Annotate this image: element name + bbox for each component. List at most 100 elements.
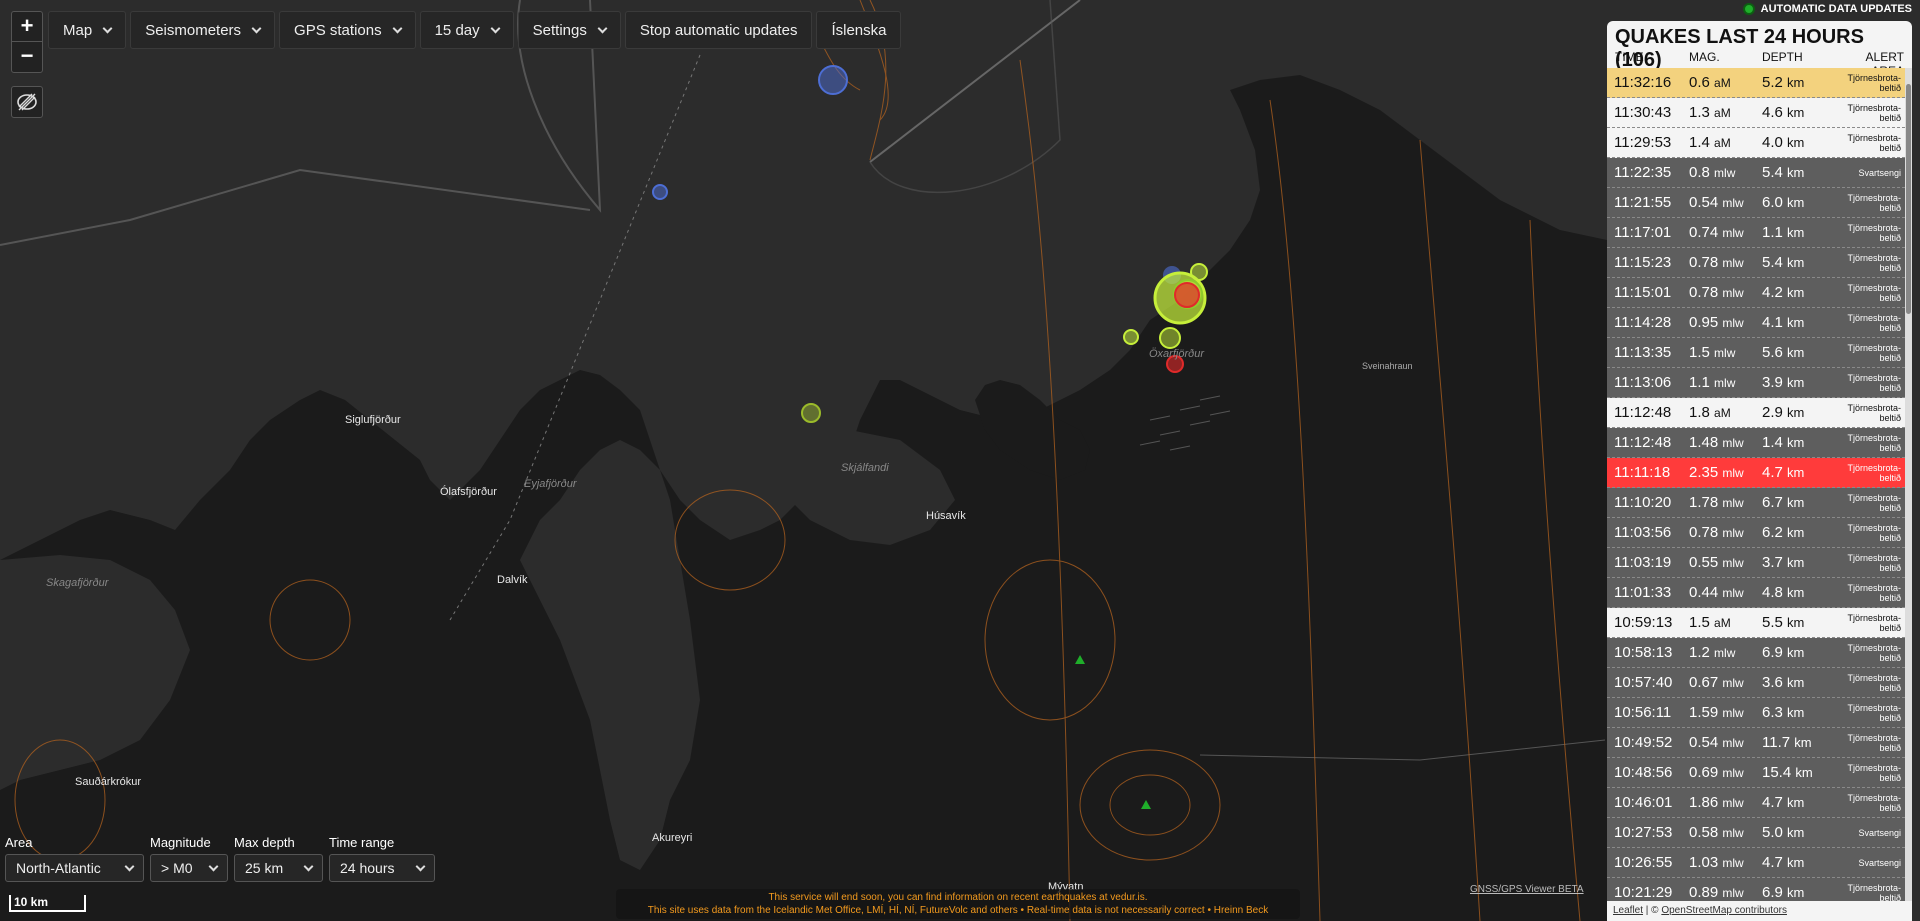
quake-row[interactable]: 11:15:01 0.78 mlw 4.2 km Tjörnesbrota-belti… [1607, 278, 1905, 308]
scrollbar[interactable] [1905, 68, 1912, 901]
button-label: Íslenska [831, 21, 887, 39]
quake-row[interactable]: 10:56:11 1.59 mlw 6.3 km Tjörnesbrota-belti… [1607, 698, 1905, 728]
place-label: Dalvík [497, 574, 528, 586]
column-headers: TIME MAG. DEPTH ALERT AREA [1607, 50, 1912, 78]
quake-row[interactable]: 11:14:28 0.95 mlw 4.1 km Tjörnesbrota-belti… [1607, 308, 1905, 338]
magnitude-value: 0.8 [1689, 164, 1710, 181]
place-label: Sveinahraun [1362, 361, 1413, 371]
depth-value: 6.9 [1762, 884, 1783, 901]
quake-time: 11:15:23 [1614, 254, 1672, 271]
leaflet-link[interactable]: Leaflet [1613, 905, 1643, 916]
quake-row[interactable]: 11:13:06 1.1 mlw 3.9 km Tjörnesbrota-beltið [1607, 368, 1905, 398]
quake-row[interactable]: 10:21:29 0.89 mlw 6.9 km Tjörnesbrota-belti… [1607, 878, 1905, 901]
quake-depth: 5.0 km [1762, 824, 1834, 841]
quake-alert-area: Tjörnesbrota-beltið [1847, 132, 1901, 153]
quake-time: 11:22:35 [1614, 164, 1672, 181]
quake-row[interactable]: 10:26:55 1.03 mlw 4.7 km Svartsengi [1607, 848, 1905, 878]
quake-row[interactable]: 11:03:56 0.78 mlw 6.2 km Tjörnesbrota-belti… [1607, 518, 1905, 548]
gnss-viewer-link[interactable]: GNSS/GPS Viewer BETA [1470, 884, 1584, 895]
magnitude-unit: mlw [1722, 256, 1744, 270]
magnitude-value: 1.3 [1689, 104, 1710, 121]
depth-value: 3.7 [1762, 554, 1783, 571]
scrollbar-thumb[interactable] [1906, 84, 1911, 314]
quake-row[interactable]: 11:30:43 1.3 aM 4.6 km Tjörnesbrota-beltið [1607, 98, 1905, 128]
depth-unit: km [1787, 675, 1805, 690]
quake-row[interactable]: 11:29:53 1.4 aM 4.0 km Tjörnesbrota-beltið [1607, 128, 1905, 158]
magnitude-unit: mlw [1722, 286, 1744, 300]
zoom-out-button[interactable]: − [12, 42, 42, 72]
quake-row[interactable]: 11:12:48 1.48 mlw 1.4 km Tjörnesbrota-belti… [1607, 428, 1905, 458]
quake-row[interactable]: 11:10:20 1.78 mlw 6.7 km Tjörnesbrota-belti… [1607, 488, 1905, 518]
quake-depth: 6.9 km [1762, 644, 1834, 661]
quake-row[interactable]: 10:57:40 0.67 mlw 3.6 km Tjörnesbrota-belti… [1607, 668, 1905, 698]
quake-row[interactable]: 11:32:16 0.6 aM 5.2 km Tjörnesbrota-beltið [1607, 68, 1905, 98]
magnitude-unit: mlw [1722, 556, 1744, 570]
depth-unit: km [1787, 795, 1805, 810]
quake-magnitude: 1.5 mlw [1689, 344, 1762, 361]
quake-time: 11:11:18 [1614, 464, 1671, 481]
quake-magnitude: 0.58 mlw [1689, 824, 1762, 841]
depth-value: 5.5 [1762, 614, 1783, 631]
seismometers-menu-button[interactable]: Seismometers [130, 11, 276, 49]
magnitude-value: 0.74 [1689, 224, 1719, 241]
quake-magnitude: 1.78 mlw [1689, 494, 1762, 511]
magnitude-select[interactable]: > M0 [150, 854, 228, 882]
quake-magnitude: 0.55 mlw [1689, 554, 1762, 571]
depth-value: 1.4 [1762, 434, 1783, 451]
quake-row[interactable]: 11:13:35 1.5 mlw 5.6 km Tjörnesbrota-beltið [1607, 338, 1905, 368]
column-header[interactable]: DEPTH [1762, 50, 1834, 67]
time-window-menu-button[interactable]: 15 day [419, 11, 514, 49]
quake-depth: 5.5 km [1762, 614, 1834, 631]
quake-row[interactable]: 11:15:23 0.78 mlw 5.4 km Tjörnesbrota-belti… [1607, 248, 1905, 278]
depth-value: 5.6 [1762, 344, 1783, 361]
osm-link[interactable]: OpenStreetMap contributors [1661, 905, 1787, 916]
chevron-down-icon [490, 23, 501, 33]
chevron-down-icon [303, 861, 314, 871]
quake-row[interactable]: 10:48:56 0.69 mlw 15.4 km Tjörnesbrota-belt… [1607, 758, 1905, 788]
quake-row[interactable]: 11:03:19 0.55 mlw 3.7 km Tjörnesbrota-belti… [1607, 548, 1905, 578]
quake-alert-area: Tjörnesbrota-beltið [1847, 732, 1901, 753]
column-header[interactable]: MAG. [1689, 50, 1762, 67]
quake-time: 10:58:13 [1614, 644, 1673, 661]
depth-unit: km [1787, 435, 1805, 450]
quake-alert-area: Tjörnesbrota-beltið [1847, 252, 1901, 273]
quake-row[interactable]: 11:21:55 0.54 mlw 6.0 km Tjörnesbrota-belti… [1607, 188, 1905, 218]
depth-unit: km [1787, 165, 1805, 180]
depth-value: 4.6 [1762, 104, 1783, 121]
select-value: > M0 [161, 860, 193, 876]
quake-row[interactable]: 10:46:01 1.86 mlw 4.7 km Tjörnesbrota-belti… [1607, 788, 1905, 818]
quake-row[interactable]: 10:59:13 1.5 aM 5.5 km Tjörnesbrota-beltið [1607, 608, 1905, 638]
map-menu-button[interactable]: Map [48, 11, 127, 49]
scale-bar: 10 km [9, 895, 86, 912]
quake-row[interactable]: 11:01:33 0.44 mlw 4.8 km Tjörnesbrota-belti… [1607, 578, 1905, 608]
quake-row[interactable]: 10:49:52 0.54 mlw 11.7 km Tjörnesbrota-belt… [1607, 728, 1905, 758]
quake-row[interactable]: 10:27:53 0.58 mlw 5.0 km Svartsengi [1607, 818, 1905, 848]
zoom-in-button[interactable]: + [12, 12, 42, 42]
chevron-down-icon [208, 861, 219, 871]
quake-depth: 6.3 km [1762, 704, 1834, 721]
quake-list-panel: QUAKES LAST 24 HOURS (106) TIME MAG. DEP… [1607, 21, 1912, 901]
max-depth-select[interactable]: 25 km [234, 854, 323, 882]
quake-row[interactable]: 11:12:48 1.8 aM 2.9 km Tjörnesbrota-beltið [1607, 398, 1905, 428]
draw-tool-button[interactable] [11, 86, 43, 118]
time-range-select[interactable]: 24 hours [329, 854, 435, 882]
depth-unit: km [1787, 825, 1805, 840]
column-header[interactable]: ALERT AREA [1834, 50, 1904, 78]
area-select[interactable]: North-Atlantic [5, 854, 144, 882]
quake-row[interactable]: 10:58:13 1.2 mlw 6.9 km Tjörnesbrota-beltið [1607, 638, 1905, 668]
language-button[interactable]: Íslenska [816, 11, 902, 49]
depth-value: 4.1 [1762, 314, 1783, 331]
quake-time: 10:26:55 [1614, 854, 1673, 871]
settings-menu-button[interactable]: Settings [517, 11, 621, 49]
stop-updates-button[interactable]: Stop automatic updates [624, 11, 813, 49]
quake-row[interactable]: 11:17:01 0.74 mlw 1.1 km Tjörnesbrota-belti… [1607, 218, 1905, 248]
gps-stations-menu-button[interactable]: GPS stations [279, 11, 416, 49]
button-label: Stop automatic updates [639, 21, 798, 39]
quake-row[interactable]: 11:11:18 2.35 mlw 4.7 km Tjörnesbrota-belti… [1607, 458, 1905, 488]
depth-value: 6.9 [1762, 644, 1783, 661]
quake-marker [652, 184, 668, 200]
column-header[interactable]: TIME [1615, 50, 1689, 67]
max-depth-filter: Max depth 25 km [234, 835, 323, 882]
quake-row[interactable]: 11:22:35 0.8 mlw 5.4 km Svartsengi [1607, 158, 1905, 188]
quake-alert-area: Tjörnesbrota-beltið [1847, 672, 1901, 693]
